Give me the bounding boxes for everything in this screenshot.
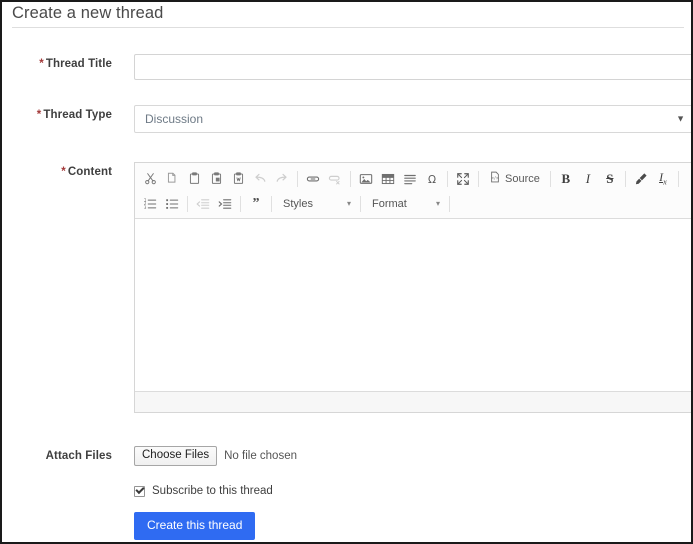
attach-files-label: Attach Files: [45, 450, 112, 462]
thread-type-selected-value[interactable]: Discussion: [134, 105, 691, 133]
file-status-text: No file chosen: [224, 450, 297, 462]
submit-spacer: [12, 512, 112, 516]
content-control: Ω </> Source B I S Ix 1 2 3 ” Styles ▾ F…: [134, 162, 691, 413]
format-dropdown-label: Format: [372, 197, 407, 210]
toolbar-divider: [187, 195, 188, 212]
source-button[interactable]: </> Source: [484, 169, 545, 189]
source-icon: </>: [489, 171, 501, 186]
maximize-icon[interactable]: [453, 169, 473, 189]
thread-title-label: * Thread Title: [12, 54, 112, 70]
increase-indent-icon[interactable]: [215, 194, 235, 214]
editor-toolbar: Ω </> Source B I S Ix 1 2 3 ” Styles ▾ F…: [135, 163, 691, 219]
thread-type-control: Discussion ▼: [134, 105, 691, 133]
paste-text-icon[interactable]: [206, 169, 226, 189]
unlink-icon[interactable]: [325, 169, 345, 189]
toolbar-divider: [271, 195, 272, 212]
toolbar-divider: [624, 170, 626, 187]
image-icon[interactable]: [356, 169, 376, 189]
toolbar-divider: [447, 170, 448, 187]
link-icon[interactable]: [303, 169, 323, 189]
copy-icon[interactable]: [162, 169, 182, 189]
table-icon[interactable]: [378, 169, 398, 189]
toolbar-divider: [360, 195, 361, 212]
decrease-indent-icon[interactable]: [193, 194, 213, 214]
toolbar-divider: [549, 170, 551, 187]
required-marker: *: [36, 109, 42, 121]
undo-icon[interactable]: [250, 169, 270, 189]
cut-icon[interactable]: [140, 169, 160, 189]
content-label: * Content: [12, 162, 112, 178]
format-dropdown[interactable]: Format ▾: [366, 194, 444, 214]
italic-icon[interactable]: I: [578, 169, 598, 189]
thread-title-input[interactable]: [134, 54, 691, 80]
form-row-content: * Content Ω </> Source B I S Ix 1 2 3 ” …: [12, 162, 691, 413]
form-row-thread-title: * Thread Title: [12, 54, 691, 80]
thread-title-control: [134, 54, 691, 80]
thread-title-label-text: Thread Title: [45, 58, 112, 70]
subscribe-checkbox-label: Subscribe to this thread: [152, 485, 273, 497]
horizontal-rule-icon[interactable]: [400, 169, 420, 189]
chevron-down-icon: ▾: [435, 199, 440, 208]
editor-toolbar-row-2: 1 2 3 ” Styles ▾ Format ▾: [139, 191, 689, 216]
source-button-label: Source: [505, 172, 540, 185]
create-thread-button[interactable]: Create this thread: [134, 512, 256, 540]
create-thread-page: Create a new thread * Thread Title * Threa…: [0, 0, 693, 544]
rich-text-editor: Ω </> Source B I S Ix 1 2 3 ” Styles ▾ F…: [134, 162, 691, 413]
toolbar-divider: [350, 170, 351, 187]
redo-icon[interactable]: [272, 169, 292, 189]
toolbar-divider: [478, 170, 479, 187]
editor-status-bar: [135, 391, 691, 412]
required-marker: *: [61, 166, 66, 178]
svg-text:Ω: Ω: [428, 173, 436, 185]
choose-files-button[interactable]: Choose Files: [134, 446, 218, 466]
blockquote-icon[interactable]: ”: [246, 194, 266, 214]
file-input[interactable]: Choose Files No file chosen: [134, 446, 297, 466]
page-header: Create a new thread: [12, 2, 684, 28]
form-row-subscribe: Subscribe to this thread: [12, 485, 273, 497]
svg-text:</>: </>: [491, 176, 500, 181]
page-title: Create a new thread: [12, 4, 164, 22]
toolbar-divider: [240, 195, 241, 212]
editor-toolbar-row-1: Ω </> Source B I S Ix: [139, 166, 689, 191]
numbered-list-icon[interactable]: 1 2 3: [140, 194, 160, 214]
toolbar-divider: [297, 170, 298, 187]
editor-content-area[interactable]: [135, 219, 691, 391]
paste-word-icon[interactable]: [228, 169, 248, 189]
thread-type-select[interactable]: Discussion ▼: [134, 105, 691, 133]
thread-type-label: * Thread Type: [12, 105, 112, 121]
form-row-attach-files: Attach Files Choose Files No file chosen: [12, 446, 297, 466]
paste-icon[interactable]: [184, 169, 204, 189]
attach-files-control: Choose Files No file chosen: [134, 446, 297, 466]
subscribe-spacer: [12, 485, 112, 489]
toolbar-divider: [677, 170, 679, 187]
toolbar-divider: [449, 195, 450, 212]
form-row-thread-type: * Thread Type Discussion ▼: [12, 105, 691, 133]
required-marker: *: [39, 58, 44, 70]
subscribe-checkbox-row[interactable]: Subscribe to this thread: [134, 485, 273, 497]
chevron-down-icon: ▾: [346, 199, 351, 208]
submit-control: Create this thread: [134, 512, 256, 540]
subscribe-control: Subscribe to this thread: [134, 485, 273, 497]
bold-icon[interactable]: B: [556, 169, 576, 189]
remove-format-icon[interactable]: [631, 169, 651, 189]
svg-text:3: 3: [144, 205, 147, 210]
content-label-text: Content: [67, 166, 112, 178]
chevron-down-icon: ▼: [676, 113, 685, 124]
styles-dropdown-label: Styles: [283, 197, 313, 210]
bulleted-list-icon[interactable]: [162, 194, 182, 214]
styles-dropdown[interactable]: Styles ▾: [277, 194, 355, 214]
subscribe-checkbox[interactable]: [134, 485, 145, 497]
special-char-icon[interactable]: Ω: [422, 169, 442, 189]
subscript-remove-icon[interactable]: Ix: [653, 169, 673, 189]
strikethrough-icon[interactable]: S: [600, 169, 620, 189]
thread-type-label-text: Thread Type: [43, 109, 112, 121]
form-row-submit: Create this thread: [12, 512, 256, 540]
